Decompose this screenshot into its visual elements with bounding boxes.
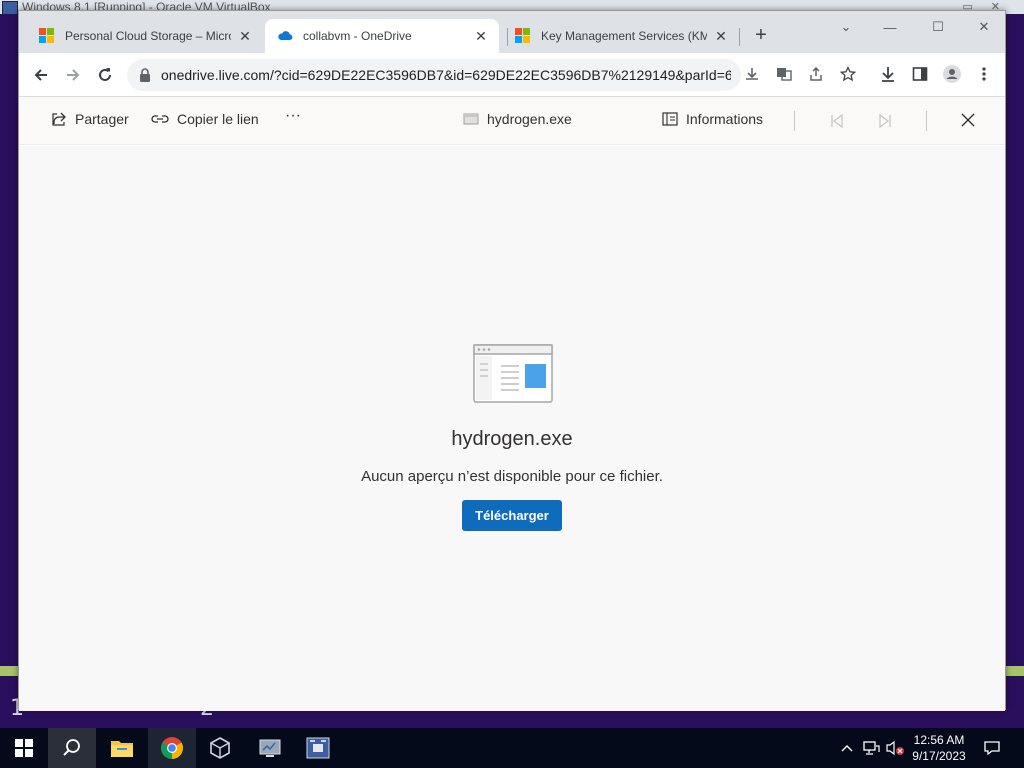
tab-key-management-services[interactable]: Key Management Services (KMS ✕ [503, 19, 739, 53]
close-viewer-button[interactable] [961, 113, 983, 127]
chrome-icon [161, 737, 183, 759]
virtualbox-icon [210, 737, 230, 759]
skip-next-icon [879, 113, 891, 129]
divider [926, 111, 927, 131]
lock-icon [140, 68, 150, 82]
taskbar-file-explorer[interactable] [98, 728, 146, 768]
translate-icon[interactable] [773, 63, 795, 85]
side-panel-icon[interactable] [909, 63, 931, 85]
search-button[interactable] [48, 728, 96, 768]
share-icon [52, 112, 66, 126]
vm-app-icon [2, 1, 18, 14]
previous-file-button[interactable] [829, 113, 853, 129]
address-bar[interactable]: onedrive.live.com/?cid=629DE22EC3596DB7&… [127, 59, 741, 91]
skip-previous-icon [831, 113, 843, 129]
tab-strip: Personal Cloud Storage – Micros ✕ collab… [19, 11, 1005, 53]
share-page-icon[interactable] [805, 63, 827, 85]
bookmark-star-icon[interactable] [837, 63, 859, 85]
download-button[interactable]: Télécharger [462, 500, 562, 531]
close-window-button[interactable]: ✕ [969, 16, 999, 38]
url-text: onedrive.live.com/?cid=629DE22EC3596DB7&… [161, 67, 731, 83]
tab-personal-cloud-storage[interactable]: Personal Cloud Storage – Micros ✕ [27, 19, 263, 53]
downloads-icon[interactable] [877, 63, 899, 85]
file-explorer-icon [111, 741, 133, 757]
microsoft-logo-icon [39, 28, 55, 44]
browser-menu-icon[interactable] [973, 63, 995, 85]
show-hidden-icons-button[interactable] [838, 728, 856, 768]
divider [794, 111, 795, 131]
generic-file-preview-icon [473, 344, 553, 403]
back-button[interactable] [29, 63, 53, 87]
forward-arrow-icon [67, 69, 80, 81]
profile-avatar-icon[interactable] [941, 63, 963, 85]
tab-title: collabvm - OneDrive [303, 29, 412, 43]
tab-search-chevron-icon[interactable]: ⌄ [831, 16, 861, 38]
tab-title: Key Management Services (KMS [541, 29, 707, 43]
notification-icon [984, 741, 1000, 756]
minimize-button[interactable]: — [875, 16, 905, 38]
next-file-button[interactable] [877, 113, 901, 129]
browser-window: Personal Cloud Storage – Micros ✕ collab… [18, 10, 1006, 711]
clock-date: 9/17/2023 [912, 749, 966, 763]
preview-file-name: hydrogen.exe [451, 428, 573, 450]
new-tab-button[interactable]: + [749, 24, 773, 48]
information-button[interactable]: Informations [662, 111, 763, 127]
tab-onedrive[interactable]: collabvm - OneDrive ✕ [265, 19, 499, 53]
tab-title: Personal Cloud Storage – Micros [65, 29, 231, 43]
onedrive-command-bar: Partager Copier le lien ··· hydrogen.exe… [19, 97, 1005, 145]
tab-separator [739, 28, 740, 46]
network-tray-button[interactable] [860, 728, 882, 768]
volume-tray-button[interactable] [884, 728, 906, 768]
no-preview-message: Aucun aperçu n’est disponible pour ce fi… [361, 468, 663, 485]
copy-link-button[interactable]: Copier le lien [151, 111, 259, 127]
install-app-icon[interactable] [741, 63, 763, 85]
share-button[interactable]: Partager [51, 111, 129, 127]
file-preview-area: hydrogen.exe Aucun aperçu n’est disponib… [19, 146, 1005, 711]
browser-toolbar: onedrive.live.com/?cid=629DE22EC3596DB7&… [19, 53, 1005, 97]
link-icon [151, 115, 169, 123]
forward-button[interactable] [61, 63, 85, 87]
more-options-button[interactable]: ··· [285, 107, 301, 125]
close-icon [961, 113, 975, 127]
file-type-icon [463, 113, 479, 125]
close-tab-icon[interactable]: ✕ [473, 28, 489, 44]
taskbar-chrome[interactable] [148, 728, 196, 768]
action-center-button[interactable] [980, 728, 1004, 768]
network-icon [863, 741, 880, 755]
file-title-text: hydrogen.exe [487, 111, 572, 127]
file-title: hydrogen.exe [463, 111, 572, 127]
information-label: Informations [686, 111, 764, 127]
close-tab-icon[interactable]: ✕ [713, 28, 729, 44]
windows-taskbar: 12:56 AM 9/17/2023 [0, 728, 1024, 768]
chevron-up-icon [841, 745, 853, 752]
volume-muted-icon [886, 740, 904, 756]
info-panel-icon [662, 112, 678, 126]
search-icon [63, 739, 80, 756]
cpu-z-icon [306, 737, 330, 759]
system-tool-icon [259, 739, 281, 757]
maximize-button[interactable]: ☐ [923, 16, 953, 38]
taskbar-clock[interactable]: 12:56 AM 9/17/2023 [906, 732, 972, 764]
taskbar-system-tool[interactable] [246, 728, 294, 768]
back-arrow-icon [34, 69, 47, 81]
reload-icon [99, 68, 111, 81]
start-button[interactable] [0, 728, 48, 768]
taskbar-virtualbox[interactable] [196, 728, 244, 768]
taskbar-cpu-z[interactable] [294, 728, 342, 768]
copy-link-label: Copier le lien [177, 111, 259, 127]
share-label: Partager [75, 111, 129, 127]
onedrive-cloud-icon [278, 31, 293, 41]
reload-button[interactable] [93, 63, 117, 87]
clock-time: 12:56 AM [913, 733, 965, 747]
more-options-icon: ··· [285, 107, 301, 124]
close-tab-icon[interactable]: ✕ [237, 28, 253, 44]
windows-start-icon [15, 739, 33, 757]
microsoft-logo-icon [515, 28, 531, 44]
